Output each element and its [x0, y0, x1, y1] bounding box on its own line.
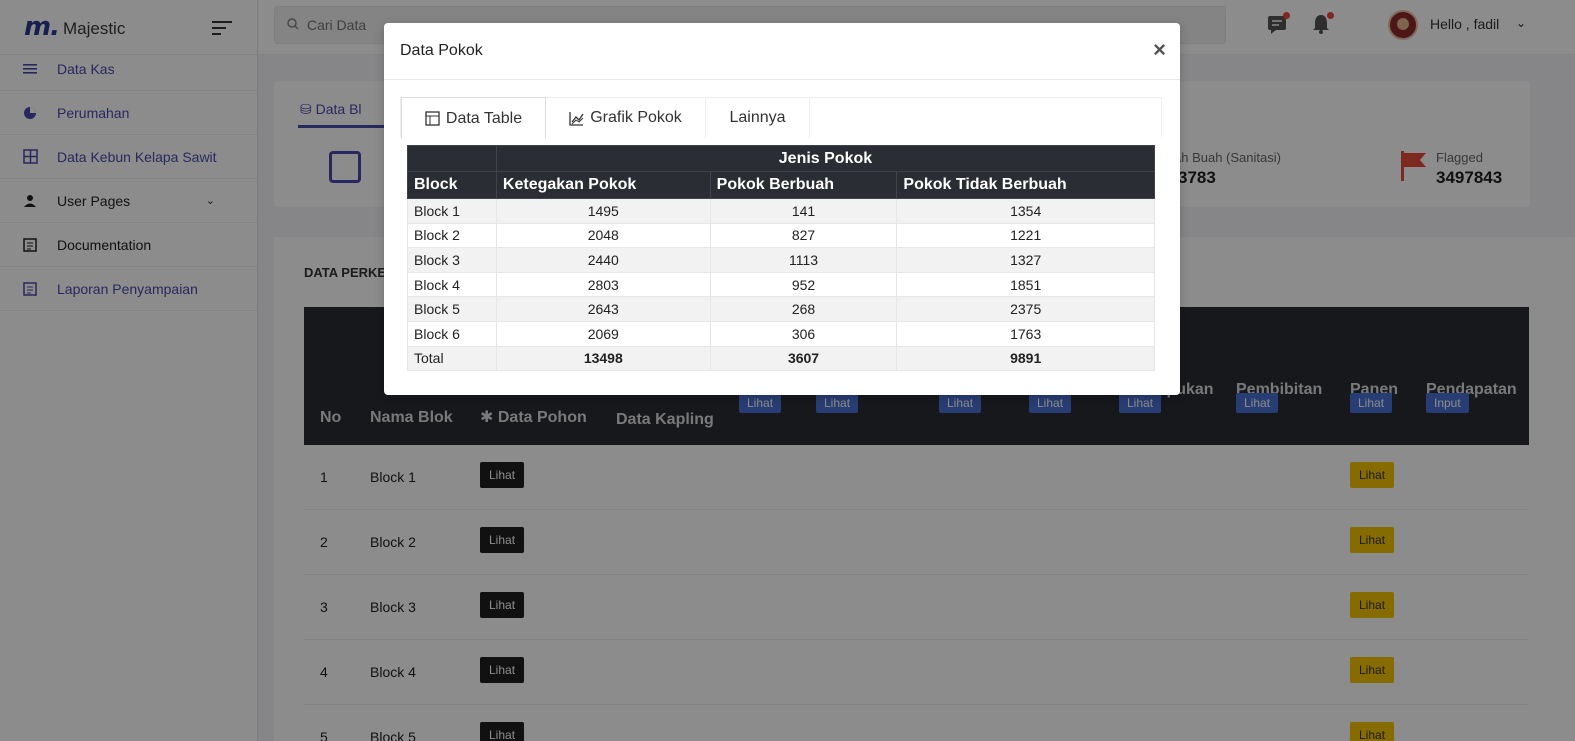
cell-berbuah: 268: [709, 296, 898, 322]
cell-tidak-berbuah: 1221: [896, 222, 1155, 249]
tab-grafik-pokok[interactable]: Grafik Pokok: [546, 98, 706, 138]
tab-lainnya[interactable]: Lainnya: [706, 98, 810, 138]
table-row-total: Total 13498 3607 9891: [407, 345, 1155, 372]
cell-block: Block 1: [407, 198, 497, 224]
modal-header: Data Pokok: [384, 23, 1180, 80]
cell-berbuah: 306: [709, 320, 898, 347]
header-pokok-berbuah: Pokok Berbuah: [709, 171, 898, 199]
cell-berbuah: 952: [709, 271, 898, 298]
cell-ketegakan: 2048: [495, 222, 711, 249]
table-row: Block 5 2643 268 2375: [407, 296, 1155, 322]
cell-block: Block 2: [407, 222, 497, 249]
cell-berbuah: 1113: [709, 247, 898, 273]
tab-label: Lainnya: [729, 109, 786, 126]
table-row: Block 6 2069 306 1763: [407, 320, 1155, 347]
cell-berbuah: 827: [709, 222, 898, 249]
cell-block: Block 6: [407, 320, 497, 347]
header-block: Block: [407, 171, 497, 199]
data-pokok-modal: Data Pokok × Data Table Grafik Pokok Lai…: [384, 23, 1180, 395]
cell-berbuah: 141: [709, 198, 898, 224]
table-row: Block 1 1495 141 1354: [407, 198, 1155, 224]
close-icon[interactable]: ×: [1153, 39, 1166, 61]
header-empty: [407, 145, 497, 172]
cell-block: Block 3: [407, 247, 497, 273]
table-row: Block 4 2803 952 1851: [407, 271, 1155, 298]
cell-ketegakan: 1495: [495, 198, 711, 224]
cell-ketegakan: 2440: [495, 247, 711, 273]
cell-total-tidak-berbuah: 9891: [896, 345, 1155, 372]
table-row: Block 2 2048 827 1221: [407, 222, 1155, 249]
modal-tabs: Data Table Grafik Pokok Lainnya: [400, 97, 1162, 139]
tab-data-table[interactable]: Data Table: [401, 97, 546, 139]
header-jenis-pokok: Jenis Pokok: [495, 145, 1156, 172]
cell-tidak-berbuah: 1354: [896, 198, 1155, 224]
tab-label: Data Table: [445, 109, 523, 127]
data-pokok-table: Jenis Pokok Block Ketegakan Pokok Pokok …: [407, 145, 1156, 372]
cell-tidak-berbuah: 1763: [896, 320, 1155, 347]
line-chart-icon: [569, 111, 584, 126]
header-pokok-tidak-berbuah: Pokok Tidak Berbuah: [896, 171, 1155, 199]
cell-tidak-berbuah: 1327: [896, 247, 1155, 273]
cell-total-label: Total: [407, 345, 497, 372]
cell-block: Block 4: [407, 271, 497, 298]
tab-label: Grafik Pokok: [590, 109, 682, 126]
cell-ketegakan: 2069: [495, 320, 711, 347]
cell-total-ketegakan: 13498: [495, 345, 711, 372]
modal-title: Data Pokok: [400, 42, 483, 59]
cell-block: Block 5: [407, 296, 497, 322]
cell-total-berbuah: 3607: [709, 345, 898, 372]
cell-tidak-berbuah: 1851: [896, 271, 1155, 298]
table-chart-icon: [425, 111, 440, 126]
cell-ketegakan: 2643: [495, 296, 711, 322]
header-ketegakan-pokok: Ketegakan Pokok: [495, 171, 711, 199]
table-row: Block 3 2440 1113 1327: [407, 247, 1155, 273]
cell-ketegakan: 2803: [495, 271, 711, 298]
cell-tidak-berbuah: 2375: [896, 296, 1155, 322]
